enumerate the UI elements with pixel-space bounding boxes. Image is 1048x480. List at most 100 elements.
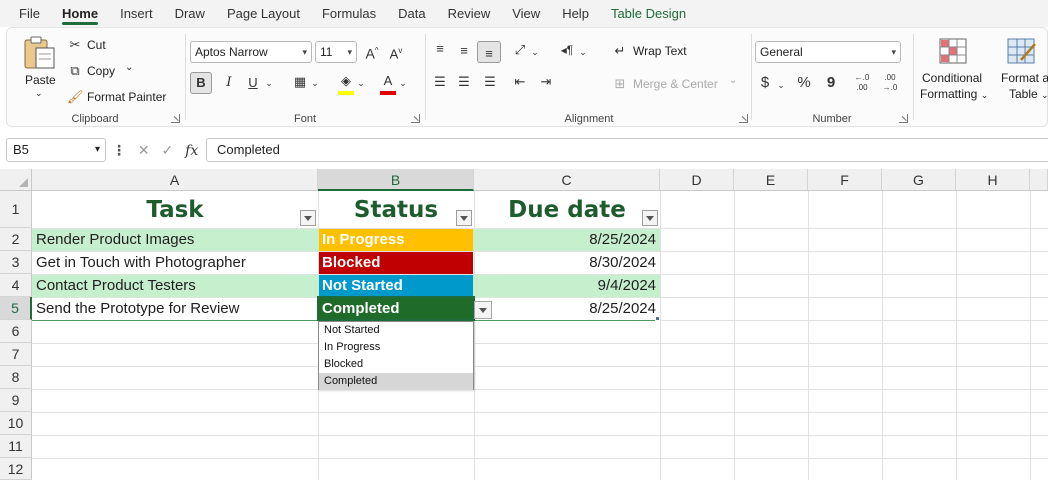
column-header-e[interactable]: E: [734, 169, 808, 191]
tab-table-design[interactable]: Table Design: [600, 0, 697, 27]
chevron-down-icon[interactable]: ⌄: [355, 74, 367, 92]
row-header-3[interactable]: 3: [0, 251, 32, 274]
row-header-7[interactable]: 7: [0, 343, 32, 366]
column-header-d[interactable]: D: [660, 169, 734, 191]
chevron-down-icon[interactable]: ⌄: [775, 76, 787, 94]
name-box[interactable]: B5 ▾: [6, 138, 106, 162]
align-center-button[interactable]: ☰: [455, 73, 473, 91]
cancel-icon[interactable]: ✕: [138, 142, 150, 158]
tab-help[interactable]: Help: [551, 0, 600, 27]
copy-button[interactable]: ⧉ Copy ⌄: [67, 62, 147, 80]
list-item-completed[interactable]: Completed: [319, 373, 473, 390]
header-cell-status[interactable]: Status: [318, 192, 474, 228]
row-header-1[interactable]: 1: [0, 191, 32, 228]
filter-dropdown-icon[interactable]: [642, 210, 658, 226]
header-cell-task[interactable]: Task: [32, 192, 318, 228]
align-right-button[interactable]: ☰: [481, 73, 499, 91]
column-header-g[interactable]: G: [882, 169, 956, 191]
format-as-table-button[interactable]: Format as Table ⌄: [995, 36, 1048, 106]
row-header-12[interactable]: 12: [0, 458, 32, 480]
tab-data[interactable]: Data: [387, 0, 436, 27]
align-top-button[interactable]: ≡: [431, 40, 449, 58]
tab-draw[interactable]: Draw: [164, 0, 216, 27]
row-header-6[interactable]: 6: [0, 320, 32, 343]
list-item-in-progress[interactable]: In Progress: [319, 339, 473, 356]
column-header-i[interactable]: [1030, 169, 1048, 191]
chevron-down-icon[interactable]: ⌄: [309, 74, 321, 92]
shrink-font-button[interactable]: Av: [387, 42, 405, 63]
bold-button[interactable]: B: [190, 72, 212, 94]
font-size-select[interactable]: 11 ▾: [315, 41, 357, 63]
row-header-4[interactable]: 4: [0, 274, 32, 297]
paste-button[interactable]: Paste ⌄: [17, 34, 61, 102]
format-painter-button[interactable]: 🖌 Format Painter: [67, 88, 179, 106]
column-header-f[interactable]: F: [808, 169, 882, 191]
table-resize-handle[interactable]: [655, 316, 660, 321]
more-options-icon[interactable]: ⋮: [112, 142, 126, 158]
chevron-down-icon[interactable]: ⌄: [529, 43, 541, 61]
align-bottom-button[interactable]: ≡: [477, 41, 501, 63]
dialog-launcher-icon[interactable]: [739, 114, 748, 123]
table-cell-due-date[interactable]: 8/25/2024: [474, 298, 660, 320]
select-all-button[interactable]: [0, 169, 32, 191]
tab-view[interactable]: View: [501, 0, 551, 27]
header-cell-due-date[interactable]: Due date: [474, 192, 660, 228]
row-header-9[interactable]: 9: [0, 389, 32, 412]
table-cell-task[interactable]: Get in Touch with Photographer: [32, 252, 318, 274]
orientation-button[interactable]: ⤢: [511, 41, 529, 59]
italic-button[interactable]: I: [221, 74, 237, 92]
align-left-button[interactable]: ☰: [431, 73, 449, 91]
tab-formulas[interactable]: Formulas: [311, 0, 387, 27]
row-header-10[interactable]: 10: [0, 412, 32, 435]
formula-input[interactable]: Completed: [206, 138, 1048, 162]
decrease-indent-button[interactable]: ⇤: [511, 73, 529, 91]
chevron-down-icon[interactable]: ⌄: [263, 74, 275, 92]
table-cell-due-date[interactable]: 9/4/2024: [474, 275, 660, 297]
tab-page-layout[interactable]: Page Layout: [216, 0, 311, 27]
list-item-not-started[interactable]: Not Started: [319, 322, 473, 339]
tab-home[interactable]: Home: [51, 0, 109, 27]
filter-dropdown-icon[interactable]: [300, 210, 316, 226]
table-cell-task[interactable]: Send the Prototype for Review: [32, 298, 318, 320]
borders-button[interactable]: ▦: [291, 73, 309, 91]
underline-button[interactable]: U: [245, 74, 261, 92]
comma-style-button[interactable]: 9: [825, 74, 837, 92]
enter-icon[interactable]: ✓: [162, 142, 174, 158]
conditional-formatting-button[interactable]: Conditional Formatting ⌄: [919, 36, 988, 106]
list-item-blocked[interactable]: Blocked: [319, 356, 473, 373]
table-cell-due-date[interactable]: 8/25/2024: [474, 229, 660, 251]
dialog-launcher-icon[interactable]: [899, 114, 908, 123]
font-family-select[interactable]: Aptos Narrow ▾: [190, 41, 312, 63]
increase-decimal-button[interactable]: ←.0 .00: [851, 73, 873, 93]
dialog-launcher-icon[interactable]: [411, 114, 420, 123]
fill-color-button[interactable]: ◈: [337, 72, 355, 95]
table-cell-status[interactable]: Blocked: [319, 252, 473, 274]
currency-button[interactable]: $: [757, 74, 773, 92]
filter-dropdown-icon[interactable]: [456, 210, 472, 226]
paragraph-direction-button[interactable]: ◂¶: [557, 41, 577, 59]
decrease-decimal-button[interactable]: .00 →.0: [879, 73, 901, 93]
tab-insert[interactable]: Insert: [109, 0, 164, 27]
number-format-select[interactable]: General ▾: [755, 41, 901, 63]
table-cell-task[interactable]: Render Product Images: [32, 229, 318, 251]
chevron-down-icon[interactable]: ⌄: [577, 43, 589, 61]
cell-dropdown-button[interactable]: [474, 301, 492, 319]
tab-file[interactable]: File: [8, 0, 51, 27]
table-cell-task[interactable]: Contact Product Testers: [32, 275, 318, 297]
percent-button[interactable]: %: [795, 74, 813, 92]
column-header-h[interactable]: H: [956, 169, 1030, 191]
row-header-8[interactable]: 8: [0, 366, 32, 389]
table-cell-status[interactable]: In Progress: [319, 229, 473, 251]
tab-review[interactable]: Review: [437, 0, 502, 27]
insert-function-icon[interactable]: fx: [185, 143, 198, 159]
increase-indent-button[interactable]: ⇥: [537, 73, 555, 91]
column-header-c[interactable]: C: [474, 169, 660, 191]
table-cell-due-date[interactable]: 8/30/2024: [474, 252, 660, 274]
column-header-b[interactable]: B: [318, 169, 474, 191]
cut-button[interactable]: ✂ Cut: [67, 36, 127, 54]
column-header-a[interactable]: A: [32, 169, 318, 191]
row-header-11[interactable]: 11: [0, 435, 32, 458]
dialog-launcher-icon[interactable]: [171, 114, 180, 123]
row-header-5[interactable]: 5: [0, 297, 32, 320]
align-middle-button[interactable]: ≡: [455, 42, 473, 60]
